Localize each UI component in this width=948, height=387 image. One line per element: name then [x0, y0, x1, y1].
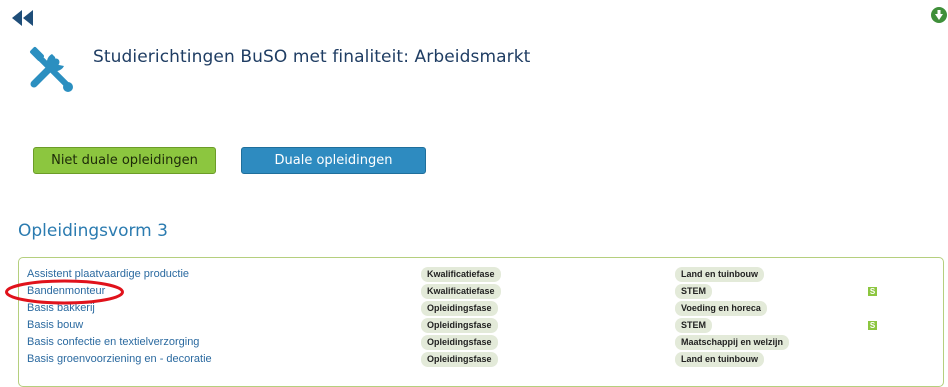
opleiding-link[interactable]: Basis confectie en textielverzorging: [27, 336, 199, 348]
domein-tag: Land en tuinbouw: [675, 352, 764, 367]
stem-badge: S: [868, 287, 877, 296]
stem-badge: S: [868, 321, 877, 330]
fase-tag: Kwalificatiefase: [421, 284, 501, 299]
domein-tag: STEM: [675, 318, 713, 333]
opleiding-link[interactable]: Basis bakkerij: [27, 302, 95, 314]
page-title: Studierichtingen BuSO met finaliteit: Ar…: [93, 47, 531, 67]
niet-duale-opleidingen-button[interactable]: Niet duale opleidingen: [33, 147, 216, 174]
opleiding-link[interactable]: Bandenmonteur: [27, 285, 105, 297]
domein-tag: Land en tuinbouw: [675, 267, 764, 282]
double-chevron-left-icon: [9, 7, 35, 29]
tools-icon: [30, 47, 73, 92]
cloud-download-icon: [931, 7, 947, 23]
table-row: Assistent plaatvaardige productie Kwalif…: [19, 265, 943, 283]
domein-tag: Voeding en horeca: [675, 301, 767, 316]
opleiding-link[interactable]: Basis bouw: [27, 319, 83, 331]
table-row: Basis confectie en textielverzorging Opl…: [19, 333, 943, 351]
table-row: Basis bouw Opleidingsfase STEM S: [19, 316, 943, 334]
opleiding-link[interactable]: Assistent plaatvaardige productie: [27, 268, 189, 280]
fase-tag: Opleidingsfase: [421, 318, 498, 333]
back-button[interactable]: [9, 7, 35, 29]
download-button[interactable]: [930, 6, 948, 26]
table-row: Basis bakkerij Opleidingsfase Voeding en…: [19, 299, 943, 317]
opleiding-link[interactable]: Basis groenvoorziening en - decoratie: [27, 353, 212, 365]
table-row: Bandenmonteur Kwalificatiefase STEM S: [19, 282, 943, 300]
duale-opleidingen-button[interactable]: Duale opleidingen: [241, 147, 426, 174]
fase-tag: Opleidingsfase: [421, 335, 498, 350]
table-row: Basis groenvoorziening en - decoratie Op…: [19, 350, 943, 368]
domein-tag: STEM: [675, 284, 713, 299]
fase-tag: Kwalificatiefase: [421, 267, 501, 282]
domein-tag: Maatschappij en welzijn: [675, 335, 790, 350]
fase-tag: Opleidingsfase: [421, 301, 498, 316]
section-title: Opleidingsvorm 3: [18, 221, 168, 241]
fase-tag: Opleidingsfase: [421, 352, 498, 367]
opleidingen-table: Assistent plaatvaardige productie Kwalif…: [18, 257, 944, 387]
